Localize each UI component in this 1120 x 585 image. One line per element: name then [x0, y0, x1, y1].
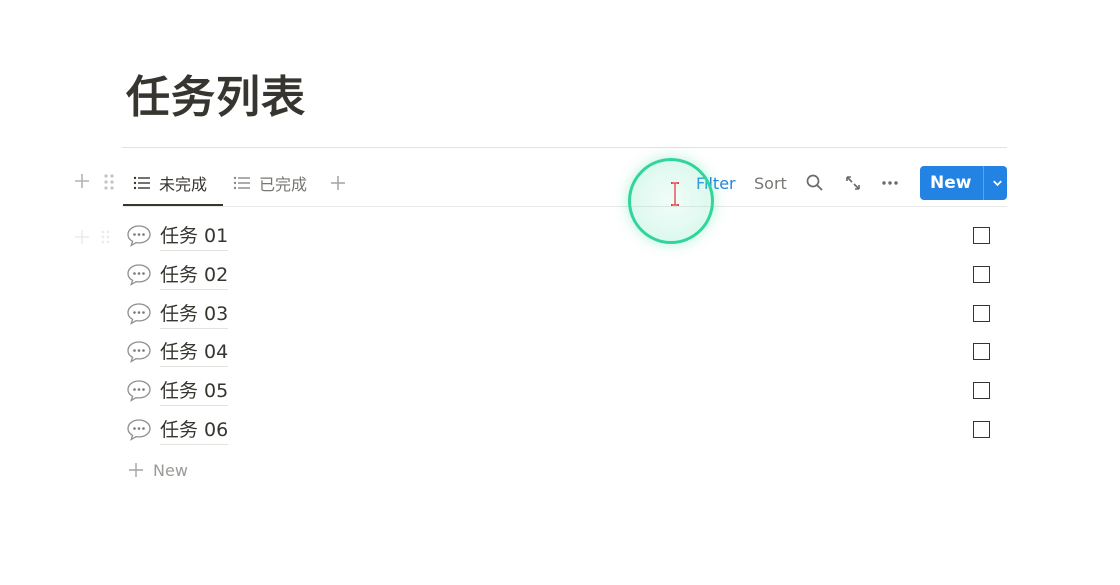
add-task-label: New	[153, 460, 188, 480]
task-title[interactable]: 任务 05	[160, 378, 229, 407]
table-row[interactable]: 任务 05	[122, 373, 1007, 411]
tab-completed[interactable]: 已完成	[233, 160, 307, 206]
table-row[interactable]: 任务 06	[122, 412, 1007, 450]
add-block-icon[interactable]	[72, 171, 92, 191]
table-row[interactable]: 任务 04	[122, 334, 1007, 372]
add-task-button[interactable]: New	[128, 458, 188, 482]
tab-label: 未完成	[159, 175, 208, 194]
task-title[interactable]: 任务 02	[160, 262, 229, 290]
speech-bubble-icon	[127, 264, 151, 286]
database-page: 任务列表 未完成 已完成 Filter Sort New 任务 01 任务 02…	[0, 0, 1120, 585]
speech-bubble-icon	[127, 341, 151, 364]
database-toolbar: 未完成 已完成 Filter Sort New	[0, 160, 1120, 206]
page-title[interactable]: 任务列表	[126, 66, 306, 130]
task-checkbox[interactable]	[973, 304, 990, 322]
task-title[interactable]: 任务 06	[160, 417, 229, 445]
task-title[interactable]: 任务 03	[160, 301, 229, 329]
add-view-icon[interactable]	[328, 173, 348, 193]
speech-bubble-icon	[127, 419, 151, 441]
table-row[interactable]: 任务 01	[122, 218, 1007, 256]
sort-button[interactable]: Sort	[754, 160, 787, 206]
search-icon[interactable]	[805, 173, 825, 193]
plus-icon	[129, 463, 143, 477]
list-view-icon	[233, 176, 250, 190]
table-row[interactable]: 任务 03	[122, 296, 1007, 334]
speech-bubble-icon	[127, 302, 151, 325]
tab-label: 已完成	[259, 175, 308, 194]
expand-icon[interactable]	[843, 173, 863, 193]
toolbar-divider	[122, 206, 1007, 207]
task-checkbox[interactable]	[973, 343, 990, 361]
chevron-down-icon[interactable]	[988, 173, 1007, 193]
list-view-icon	[133, 176, 150, 190]
drag-handle-icon[interactable]	[102, 173, 116, 191]
task-title[interactable]: 任务 04	[160, 339, 229, 368]
table-row[interactable]: 任务 02	[122, 257, 1007, 295]
speech-bubble-icon	[127, 225, 151, 247]
more-icon[interactable]	[880, 173, 900, 193]
title-divider	[122, 147, 1007, 148]
task-checkbox[interactable]	[973, 227, 990, 244]
new-button[interactable]: New	[920, 166, 1007, 200]
new-button-divider	[983, 166, 985, 200]
speech-bubble-icon	[127, 380, 151, 403]
task-title[interactable]: 任务 01	[160, 223, 229, 251]
task-checkbox[interactable]	[973, 382, 990, 400]
new-button-label: New	[930, 173, 972, 193]
row-handle-icon[interactable]	[72, 227, 112, 247]
filter-button[interactable]: Filter	[696, 160, 736, 206]
tab-incomplete[interactable]: 未完成	[133, 160, 207, 206]
task-checkbox[interactable]	[973, 265, 990, 283]
task-checkbox[interactable]	[973, 421, 990, 438]
